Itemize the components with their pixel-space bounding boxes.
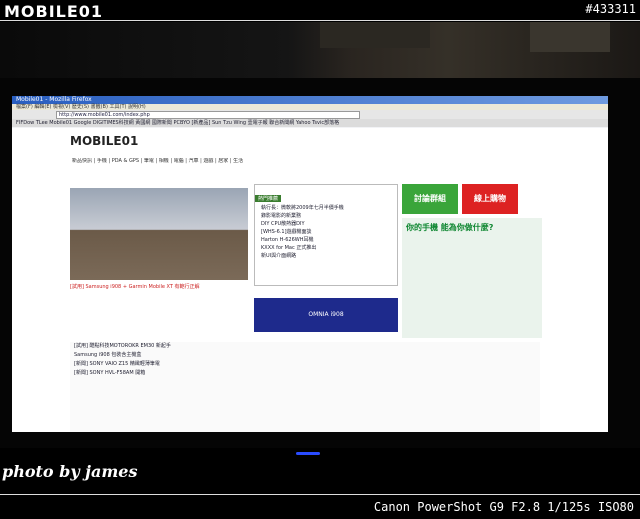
bookmarks-bar[interactable]: FIFDow TLee Mobile01 Google DIGITIMES科技網… xyxy=(12,119,608,127)
monitor-screen: Mobile01 - Mozilla Firefox 檔案(F) 編輯(E) 檢… xyxy=(12,96,608,432)
nokia-ad[interactable]: 你的手機 能為你做什麼? xyxy=(402,218,542,338)
browser-title-bar: Mobile01 - Mozilla Firefox xyxy=(12,96,608,104)
hero-image[interactable] xyxy=(70,188,248,280)
url-input[interactable]: http://www.mobile01.com/index.php xyxy=(56,110,360,119)
background-window-right xyxy=(530,22,610,52)
power-led xyxy=(296,452,320,455)
news-tabs: 熱門推薦 執行長：微軟將2009年七月半價手機 錄影電影的新業務 DIY CPU… xyxy=(254,184,398,286)
lower-news: [試用] 酷點科技MOTOROKR EM30 新起手 Samsung i908 … xyxy=(70,342,540,432)
list-item[interactable]: Samsung i908 包裝含主機盒 xyxy=(70,351,540,360)
background-window-left xyxy=(320,22,430,48)
photographer-credit: photo by james xyxy=(2,462,138,481)
bottom-rule xyxy=(0,494,640,495)
omnia-ad[interactable]: OMNIA i908 xyxy=(254,298,398,332)
news-item[interactable]: KXXX for Mac 正式推出 xyxy=(255,244,397,252)
shop-ad[interactable]: 線上購物 xyxy=(462,184,518,214)
news-item[interactable]: DIY CPU散熱器DIY xyxy=(255,220,397,228)
browser-nav-bar: http://www.mobile01.com/index.php xyxy=(12,110,608,119)
news-item[interactable]: 新UI與介面網路 xyxy=(255,252,397,260)
forum-ad[interactable]: 討論群組 xyxy=(402,184,458,214)
site-nav[interactable]: 新品快訊 | 手機 | PDA & GPS | 筆電 | 相機 | 電腦 | 汽… xyxy=(72,158,552,165)
news-item[interactable]: Harton H-626WH耳機 xyxy=(255,236,397,244)
news-item[interactable]: [WHS-6.1]遊戲機面談 xyxy=(255,228,397,236)
list-item[interactable]: [新聞] SONY VAIO Z15 精緻輕薄筆電 xyxy=(70,360,540,369)
site-logo[interactable]: MOBILE01 xyxy=(70,134,138,148)
news-item[interactable]: 執行長：微軟將2009年七月半價手機 xyxy=(255,204,397,212)
tab-hot[interactable]: 熱門推薦 xyxy=(255,195,282,202)
news-item[interactable]: 錄影電影的新業務 xyxy=(255,212,397,220)
list-item[interactable]: [試用] 酷點科技MOTOROKR EM30 新起手 xyxy=(70,342,540,351)
mobile01-logo: MOBILE01 xyxy=(4,2,104,21)
hero-caption[interactable]: [試用] Samsung i908 + Garmin Mobile XT 有範行… xyxy=(70,284,248,291)
photo-id: #433311 xyxy=(585,2,636,16)
web-page: MOBILE01 新品快訊 | 手機 | PDA & GPS | 筆電 | 相機… xyxy=(12,128,608,432)
exif-info: Canon PowerShot G9 F2.8 1/125s ISO80 xyxy=(373,500,634,514)
top-rule xyxy=(0,20,640,21)
list-item[interactable]: [新聞] SONY HVL-F58AM 開箱 xyxy=(70,369,540,378)
watermark-top-bar: MOBILE01 #433311 xyxy=(0,0,640,22)
